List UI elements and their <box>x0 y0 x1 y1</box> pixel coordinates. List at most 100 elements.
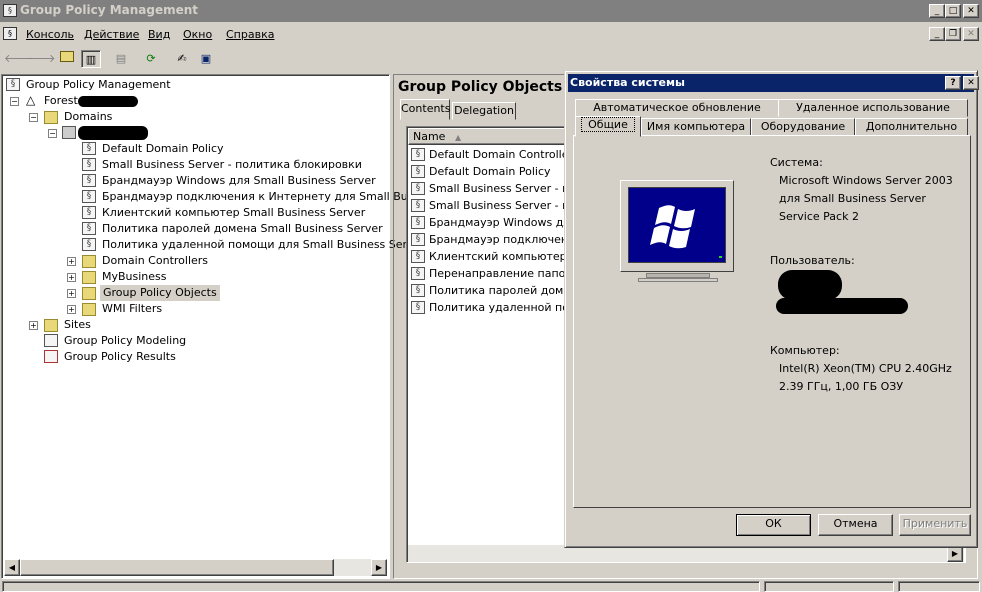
console-icon: § <box>3 27 17 40</box>
wmi-folder-icon <box>82 303 96 316</box>
tree-item-label: Клиентский компьютер Small Business Serv… <box>102 206 366 219</box>
modeling-icon <box>44 334 58 347</box>
tree-item-label: Sites <box>64 318 91 331</box>
gpo-icon: § <box>411 148 425 161</box>
tab-contents[interactable]: Contents <box>400 99 450 120</box>
gpmc-app-icon: § <box>3 4 17 17</box>
ok-label: ОК <box>765 517 782 530</box>
cancel-button[interactable]: Отмена <box>818 514 893 536</box>
general-tab-panel: Система: Microsoft Windows Server 2003 д… <box>573 135 971 508</box>
tab-hardware[interactable]: Оборудование <box>751 118 855 136</box>
column-header-name[interactable]: Name ▲ <box>408 128 568 145</box>
menu-help[interactable]: Справка <box>226 28 274 41</box>
menu-view[interactable]: Вид <box>148 28 170 41</box>
dialog-help-icon[interactable]: ? <box>945 76 961 90</box>
sort-ascending-icon: ▲ <box>454 133 462 142</box>
menu-bar: § Консоль Действие Вид Окно Справка _ ❐ … <box>0 24 982 46</box>
tab-label: Автоматическое обновление <box>593 101 761 114</box>
show-hide-tree-icon[interactable]: ▥ <box>81 50 101 68</box>
mdi-close-icon[interactable]: ✕ <box>963 27 979 41</box>
maximize-icon[interactable]: □ <box>945 4 961 18</box>
apply-button[interactable]: Применить <box>899 514 971 536</box>
collapse-domain-icon[interactable]: − <box>48 129 57 138</box>
tree-forest-label: Forest: <box>44 94 82 107</box>
gpo-folder-icon <box>82 287 96 300</box>
gpo-icon: § <box>411 216 425 229</box>
up-folder-icon[interactable] <box>57 50 77 68</box>
tab-label: Имя компьютера <box>646 120 746 133</box>
ou-folder-icon <box>82 271 96 284</box>
tab-label: Дополнительно <box>865 120 958 133</box>
list-item-label: Small Business Server - пол <box>429 199 584 212</box>
list-item-label: Small Business Server - пол <box>429 182 584 195</box>
menu-window[interactable]: Окно <box>183 28 212 41</box>
back-arrow-icon[interactable]: 🡐 <box>4 50 34 68</box>
tab-automatic-updates[interactable]: Автоматическое обновление <box>575 99 779 117</box>
windows-logo-icon <box>620 180 734 272</box>
mdi-restore-icon[interactable]: ❐ <box>945 27 961 41</box>
minimize-icon[interactable]: _ <box>929 4 945 18</box>
tree-item-label: Брандмауэр подключения к Интернету для S… <box>102 190 442 203</box>
list-item-label: Перенаправление папок д <box>429 267 584 280</box>
gpo-link-icon: § <box>82 238 96 251</box>
windows-flag-icon <box>650 205 722 258</box>
expand-mybusiness-icon[interactable]: + <box>67 273 76 282</box>
dialog-close-icon[interactable]: ✕ <box>963 76 979 90</box>
system-line: для Small Business Server <box>779 192 926 205</box>
apply-label: Применить <box>902 517 968 530</box>
menu-console[interactable]: Консоль <box>26 28 74 41</box>
status-section-3 <box>898 581 980 592</box>
system-line: Microsoft Windows Server 2003 <box>779 174 953 187</box>
status-section-1 <box>2 581 760 592</box>
scroll-thumb[interactable] <box>20 559 334 576</box>
expand-wmi-icon[interactable]: + <box>67 305 76 314</box>
tree-item-label: MyBusiness <box>102 270 167 283</box>
scroll-left-icon[interactable]: ◀ <box>4 559 20 576</box>
redacted-user-name <box>778 270 842 300</box>
computer-line: Intel(R) Xeon(TM) CPU 2.40GHz <box>779 362 952 375</box>
tab-label: Общие <box>581 117 635 132</box>
tree-hscrollbar[interactable]: ◀ ▶ <box>4 559 387 576</box>
tab-computer-name[interactable]: Имя компьютера <box>641 118 751 136</box>
refresh-icon[interactable]: ⟳ <box>141 50 161 68</box>
list-item-label: Клиентский компьютер Sr <box>429 250 582 263</box>
scroll-right-icon[interactable]: ▶ <box>371 559 387 576</box>
computer-line: 2.39 ГГц, 1,00 ГБ ОЗУ <box>779 380 904 393</box>
expand-sites-icon[interactable]: + <box>29 321 38 330</box>
gpo-link-icon: § <box>82 222 96 235</box>
expand-gpo-icon[interactable]: + <box>67 289 76 298</box>
mdi-minimize-icon[interactable]: _ <box>929 27 945 41</box>
tree-item-label: Group Policy Modeling <box>64 334 187 347</box>
ok-button[interactable]: ОК <box>736 514 811 536</box>
forward-arrow-icon[interactable]: 🡒 <box>26 50 56 68</box>
tab-label: Удаленное использование <box>796 101 950 114</box>
expand-domain-controllers-icon[interactable]: + <box>67 257 76 266</box>
properties-icon[interactable]: ✍ <box>172 50 192 68</box>
results-icon <box>44 350 58 363</box>
gpo-link-icon: § <box>82 206 96 219</box>
gpo-icon: § <box>411 165 425 178</box>
sites-folder-icon <box>44 319 58 332</box>
collapse-domains-icon[interactable]: − <box>29 113 38 122</box>
redacted-forest-name <box>78 96 138 107</box>
status-bar <box>0 580 982 592</box>
tab-remote[interactable]: Удаленное использование <box>778 99 968 117</box>
list-item-label: Политика удаленной помо <box>429 301 584 314</box>
help-icon[interactable]: ▣ <box>196 50 216 68</box>
window-title-bar[interactable]: § Group Policy Management _ □ ✕ <box>0 0 982 22</box>
tab-general[interactable]: Общие <box>575 116 641 137</box>
tree-item-label: Политика паролей домена Small Business S… <box>102 222 383 235</box>
tab-advanced[interactable]: Дополнительно <box>855 118 968 136</box>
gpo-icon: § <box>411 284 425 297</box>
delete-icon[interactable]: ▤ <box>111 50 131 68</box>
menu-action[interactable]: Действие <box>84 28 139 41</box>
tree-domains-label: Domains <box>64 110 113 123</box>
domain-icon <box>62 126 76 139</box>
close-icon[interactable]: ✕ <box>963 4 979 18</box>
collapse-forest-icon[interactable]: − <box>10 97 19 106</box>
gpo-icon: § <box>411 199 425 212</box>
tab-delegation[interactable]: Delegation <box>452 102 516 120</box>
list-item-label: Брандмауэр Windows для <box>429 216 577 229</box>
dialog-title-bar[interactable]: Свойства системы ? ✕ <box>568 74 979 92</box>
gpo-icon: § <box>411 182 425 195</box>
